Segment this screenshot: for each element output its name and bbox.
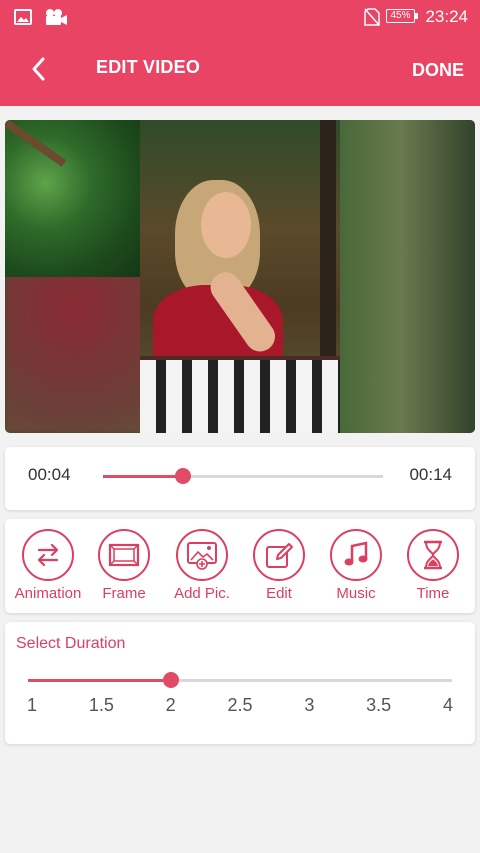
current-time: 00:04 (28, 465, 71, 484)
edit-button[interactable]: Edit (239, 529, 319, 609)
hourglass-icon (424, 540, 442, 570)
duration-tick-label: 1 (26, 695, 37, 715)
duration-slider-thumb[interactable] (162, 672, 179, 688)
duration-tick-label: 2 (165, 695, 176, 715)
gallery-icon (14, 9, 32, 25)
chevron-left-icon[interactable] (22, 52, 56, 86)
done-button[interactable]: DONE (412, 60, 464, 81)
no-sim-icon (364, 8, 380, 26)
edit-pencil-icon (266, 543, 293, 568)
music-circle (330, 529, 382, 581)
animation-label: Animation (14, 585, 82, 602)
add-picture-icon (187, 542, 217, 570)
preview-face (201, 192, 251, 258)
swap-arrows-icon (37, 543, 59, 567)
duration-tick-label: 3 (304, 695, 315, 715)
app-bar: 45% 23:24 EDIT VIDEO DONE (0, 0, 480, 106)
edit-label: Edit (266, 585, 292, 602)
time-button[interactable]: Time (393, 529, 473, 609)
battery-indicator: 45% (386, 9, 415, 23)
video-camera-icon (46, 9, 67, 25)
preview-fence (140, 360, 340, 433)
duration-title: Select Duration (16, 635, 126, 652)
frame-label: Frame (102, 585, 146, 602)
music-note-icon (344, 541, 368, 566)
preview-leaves-photo (5, 120, 140, 277)
duration-tick-label: 2.5 (227, 695, 253, 715)
duration-tick-label: 4 (442, 695, 453, 715)
frame-button[interactable]: Frame (84, 529, 164, 609)
animation-circle (22, 529, 74, 581)
timeline-card: 00:04 00:14 (5, 447, 475, 510)
edit-circle (253, 529, 305, 581)
seek-bar-fill (103, 475, 184, 478)
seek-bar-thumb[interactable] (175, 468, 192, 484)
time-circle (407, 529, 459, 581)
add-picture-circle (176, 529, 228, 581)
frame-circle (98, 529, 150, 581)
video-preview[interactable] (5, 120, 475, 433)
time-label: Time (416, 585, 450, 602)
status-time: 23:24 (425, 7, 468, 26)
preview-right-panel (340, 120, 475, 433)
music-label: Music (336, 585, 376, 602)
animation-button[interactable]: Animation (8, 529, 88, 609)
frame-icon (108, 543, 140, 567)
duration-slider[interactable] (28, 672, 452, 688)
status-bar: 45% 23:24 (0, 0, 480, 34)
page-title: EDIT VIDEO (96, 57, 201, 77)
total-time: 00:14 (409, 465, 452, 484)
seek-bar[interactable] (103, 468, 383, 484)
music-button[interactable]: Music (316, 529, 396, 609)
duration-card: Select Duration 1 1.5 2 2.5 3 3.5 4 (5, 622, 475, 744)
battery-tip (415, 13, 418, 19)
duration-tick-label: 1.5 (88, 695, 114, 715)
add-picture-label: Add Pic. (174, 585, 230, 602)
add-picture-button[interactable]: Add Pic. (162, 529, 242, 609)
duration-slider-fill (28, 679, 171, 682)
tools-card: Animation Frame Add Pic. Edit Music Time (5, 519, 475, 613)
duration-tick-label: 3.5 (366, 695, 392, 715)
